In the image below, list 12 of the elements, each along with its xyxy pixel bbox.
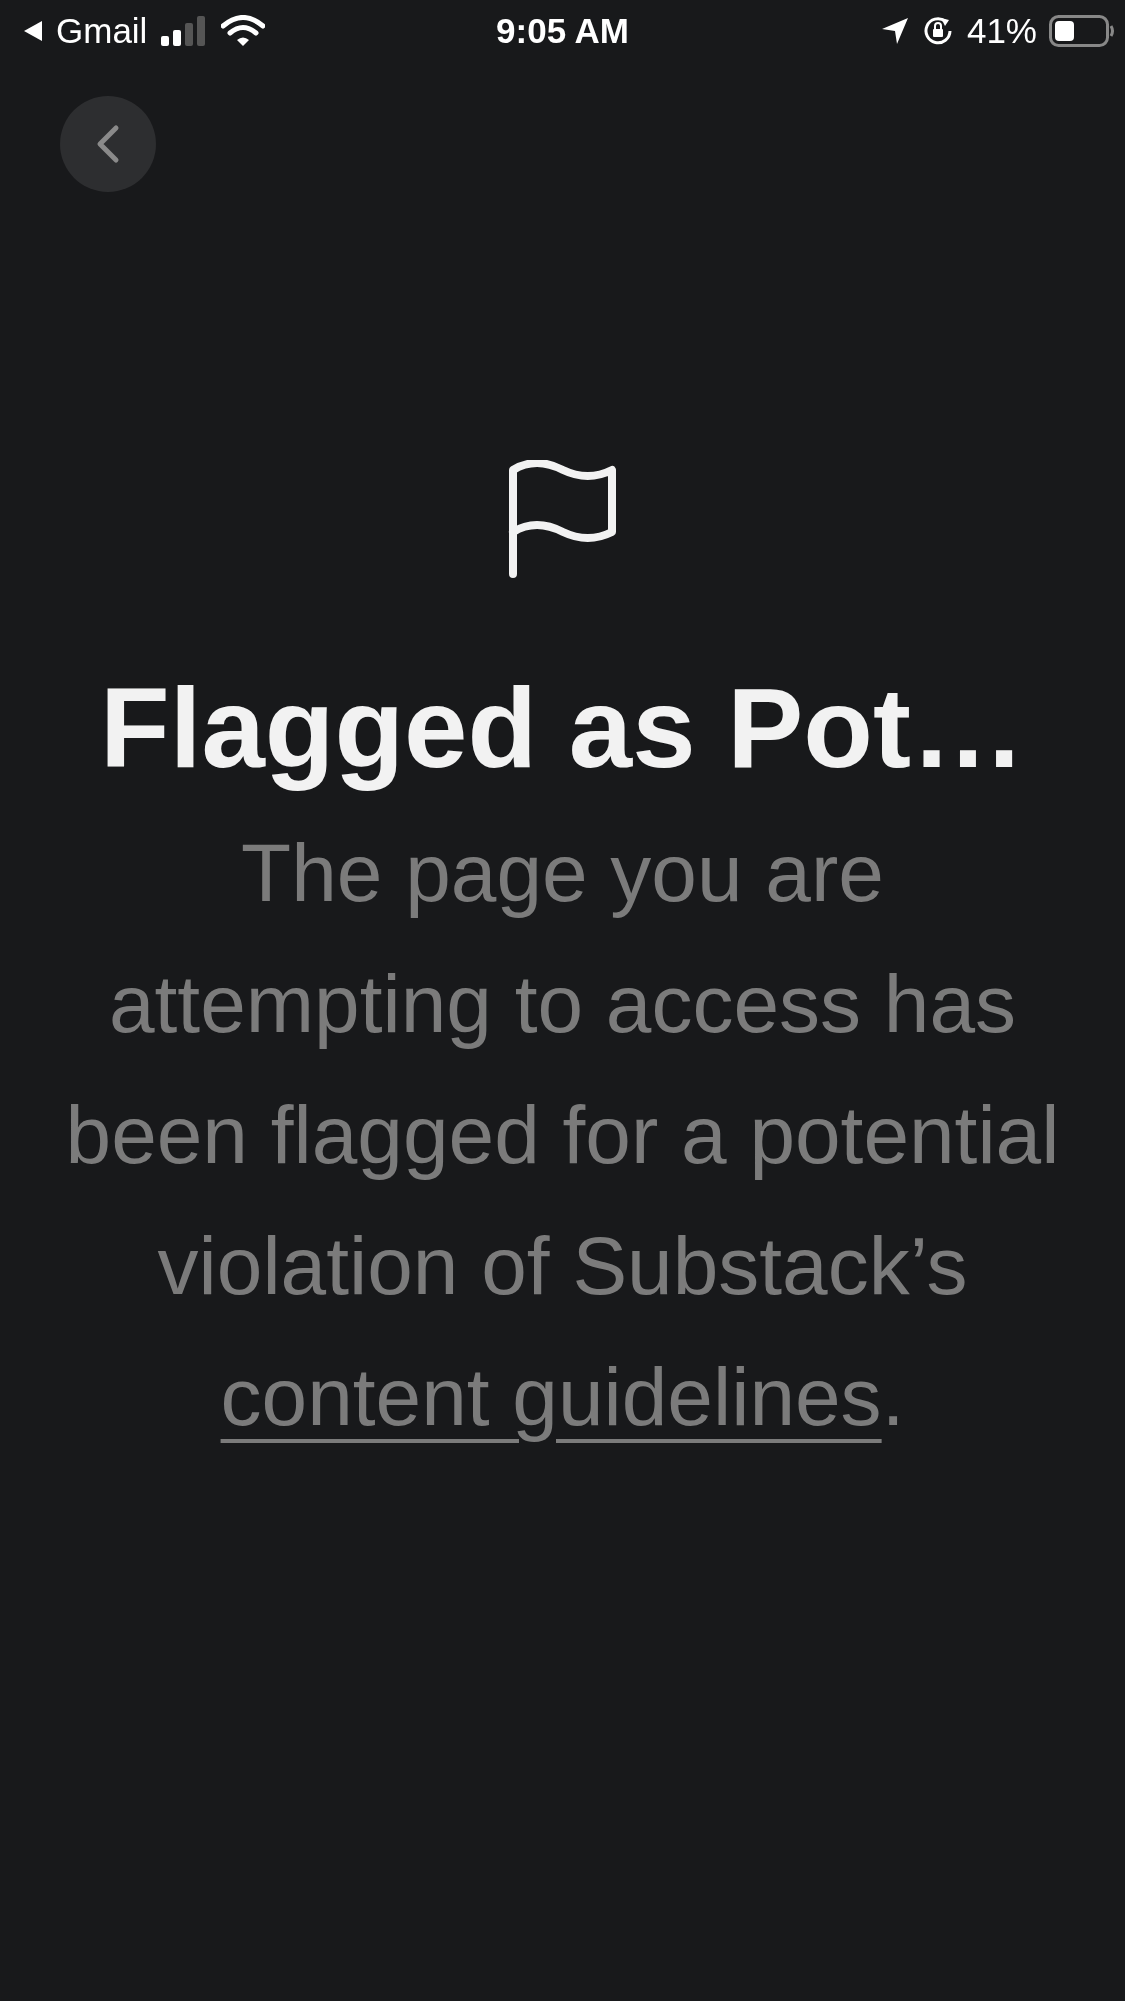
clock: 9:05 AM: [496, 11, 629, 51]
battery-percentage: 41%: [966, 11, 1037, 51]
location-arrow-icon: [880, 17, 909, 45]
flag-icon: [507, 460, 618, 578]
content-guidelines-link[interactable]: content guidelines: [220, 1350, 882, 1442]
battery-icon: [1049, 15, 1115, 47]
back-arrow-icon[interactable]: [22, 19, 44, 43]
back-app-label[interactable]: Gmail: [56, 11, 148, 51]
chevron-left-icon: [95, 124, 121, 164]
wifi-icon: [221, 15, 266, 47]
page-title: Flagged as Pot…: [100, 663, 1025, 793]
message-text: The page you are attempting to access has been flagged for a potential violation of Substack’s content guidelines.: [64, 825, 1061, 1444]
